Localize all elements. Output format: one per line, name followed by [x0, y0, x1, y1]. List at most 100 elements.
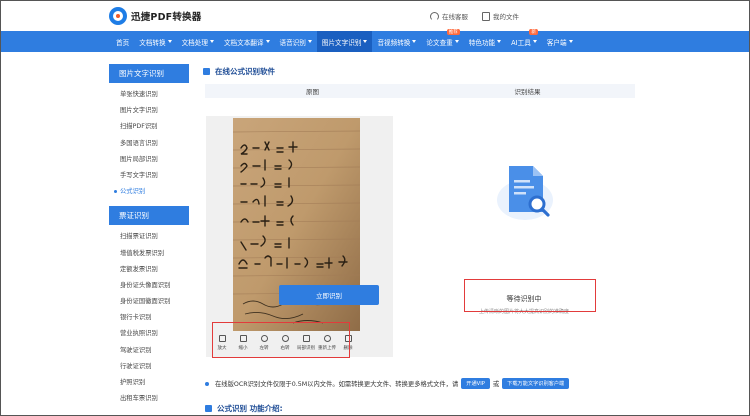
sidebar-item-ocr-6[interactable]: 公式识别 — [109, 184, 189, 200]
chevron-down-icon — [532, 40, 537, 43]
tab-original[interactable]: 原图 — [205, 84, 420, 98]
upload-limit-notice: 在线版OCR识别文件仅限于0.5M以内文件。如需转换更大文件、转换更多格式文件，… — [205, 378, 637, 389]
sidebar-group-ticket: 扫描票证识别增值税发票识别定额发票识别身份证头像面识别 身份证国徽面识别 银行卡识别… — [109, 225, 189, 413]
document-search-icon — [497, 166, 553, 220]
sidebar-item-label: 扫描PDF识别 — [120, 123, 158, 131]
section-square-icon — [203, 67, 210, 75]
nav-item-10[interactable]: 客户端 — [542, 31, 578, 52]
nav-item-label: 文档处理 — [181, 38, 208, 47]
nav-item-label: 特色功能 — [468, 38, 496, 47]
nav-item-label: 客户端 — [546, 38, 567, 47]
chevron-down-icon — [265, 40, 270, 43]
sidebar-item-ticket-10[interactable]: 出租车票识别 — [109, 391, 189, 407]
sidebar-item-ticket-6[interactable]: 营业执照识别 — [109, 326, 189, 342]
nav-item-label: 文档转换 — [139, 38, 166, 47]
chevron-down-icon — [167, 40, 172, 43]
sidebar-item-ticket-1[interactable]: 增值税发票识别 — [109, 246, 189, 262]
tab-result[interactable]: 识别结果 — [420, 84, 635, 98]
sidebar-item-ocr-5[interactable]: 手写文字识别 — [109, 168, 189, 184]
sidebar-item-label: 图片局部识别 — [120, 155, 158, 163]
result-panel: 等待识别中 上传清晰的图片将大大提高识别的准确度 — [413, 116, 635, 357]
nav-item-label: 语音识别 — [279, 38, 306, 47]
download-client-button[interactable]: 下载万能文字识别客户端 — [502, 378, 570, 389]
section-feature-intro-text: 公式识别 功能介绍: — [217, 403, 283, 413]
app-frame: 迅捷PDF转换器 在线客服 我的文件 首页 文档转换 文档处理 文档文本翻译 语音识别图… — [0, 0, 750, 416]
recognize-now-button[interactable]: 立即识别 — [279, 285, 379, 305]
sidebar-item-label: 多国语言识别 — [120, 139, 158, 147]
main-content: 在线公式识别软件 原图 识别结果 放大 缩小 左转 右转 局部识别 重新上传 删… — [203, 64, 635, 413]
sidebar-item-ticket-9[interactable]: 护照识别 — [109, 375, 189, 391]
nav-item-8[interactable]: 特色功能 — [464, 31, 506, 52]
customer-service-label: 在线客服 — [442, 13, 468, 21]
chevron-down-icon — [568, 40, 573, 43]
logo[interactable]: 迅捷PDF转换器 — [109, 7, 201, 25]
sidebar-item-ocr-0[interactable]: 单张快速识别 — [109, 87, 189, 103]
sidebar-item-label: 单张快速识别 — [120, 91, 158, 98]
sidebar-item-ocr-1[interactable]: 图片文字识别 — [109, 103, 189, 119]
sidebar-item-ticket-0[interactable]: 扫描票证识别 — [109, 229, 189, 245]
sidebar-item-label: 身份证国徽面识别 — [120, 298, 171, 306]
nav-items: 首页 文档转换 文档处理 文档文本翻译 语音识别 图片文字识别 音视频转换 论文查重 推荐特色功… — [111, 29, 578, 52]
chevron-down-icon — [307, 40, 312, 43]
nav-item-label: 首页 — [116, 38, 130, 47]
chevron-down-icon — [497, 40, 502, 43]
sidebar-item-ocr-3[interactable]: 多国语言识别 — [109, 136, 189, 152]
notice-text: 在线版OCR识别文件仅限于0.5M以内文件。如需转换更大文件、转换更多格式文件，… — [215, 381, 459, 388]
sidebar: 图片文字识别 单张快速识别 图片文字识别 扫描PDF识别 多国语言识别 图片局部识别手写… — [109, 64, 189, 413]
top-bar: 迅捷PDF转换器 在线客服 我的文件 — [1, 1, 749, 31]
sidebar-item-ticket-8[interactable]: 行驶证识别 — [109, 359, 189, 375]
section-title-text: 在线公式识别软件 — [215, 66, 275, 76]
nav-item-9[interactable]: AI工具 新 — [506, 29, 542, 52]
sidebar-group-ticket-title: 票证识别 — [109, 206, 189, 226]
file-icon — [482, 11, 490, 21]
sidebar-item-label: 扫描票证识别 — [120, 233, 158, 241]
nav-badge: 推荐 — [446, 29, 460, 35]
sidebar-group-ocr: 单张快速识别 图片文字识别 扫描PDF识别 多国语言识别 图片局部识别手写文字识别公式识… — [109, 83, 189, 206]
sidebar-item-ocr-2[interactable]: 扫描PDF识别 — [109, 119, 189, 135]
or-text: 或 — [492, 381, 500, 388]
nav-item-label: 文档文本翻译 — [223, 38, 264, 47]
nav-item-label: 图片文字识别 — [321, 38, 362, 47]
sidebar-item-ticket-3[interactable]: 身份证头像面识别 — [109, 278, 189, 294]
preview-tabs: 原图 识别结果 — [205, 84, 635, 98]
sidebar-item-ocr-4[interactable]: 图片局部识别 — [109, 152, 189, 168]
sidebar-item-label: 图片文字识别 — [120, 107, 158, 115]
customer-service-link[interactable]: 在线客服 — [430, 11, 468, 21]
nav-item-0[interactable]: 首页 — [111, 31, 134, 52]
highlight-box-toolbar — [212, 322, 350, 358]
nav-item-label: AI工具 — [511, 38, 531, 47]
sidebar-item-label: 行驶证识别 — [120, 362, 152, 370]
nav-item-7[interactable]: 论文查重 推荐 — [421, 29, 463, 52]
sidebar-item-label: 银行卡识别 — [120, 314, 152, 322]
image-preview-panel: 放大 缩小 左转 右转 局部识别 重新上传 删除 — [206, 116, 393, 357]
highlight-box-recognize — [464, 279, 596, 312]
sidebar-item-label: 身份证头像面识别 — [120, 281, 171, 289]
section-square-icon — [205, 404, 212, 412]
sidebar-item-label: 营业执照识别 — [120, 330, 158, 338]
nav-item-2[interactable]: 文档处理 — [177, 31, 219, 52]
nav-item-3[interactable]: 文档文本翻译 — [219, 31, 275, 52]
sidebar-item-ticket-4[interactable]: 身份证国徽面识别 — [109, 294, 189, 310]
section-title: 在线公式识别软件 — [203, 64, 635, 78]
my-files-link[interactable]: 我的文件 — [482, 11, 519, 21]
section-feature-intro: 公式识别 功能介绍: — [205, 401, 283, 415]
sidebar-item-ticket-7[interactable]: 驾驶证识别 — [109, 343, 189, 359]
nav-item-4[interactable]: 语音识别 — [275, 31, 317, 52]
sidebar-item-label: 护照识别 — [120, 379, 146, 386]
nav-item-1[interactable]: 文档转换 — [134, 31, 176, 52]
sidebar-item-ticket-2[interactable]: 定额发票识别 — [109, 262, 189, 278]
main-nav: 首页 文档转换 文档处理 文档文本翻译 语音识别 图片文字识别 音视频转换 论文查重 推荐特色功… — [1, 29, 749, 52]
nav-item-label: 音视频转换 — [377, 38, 411, 47]
logo-mark-icon — [109, 7, 127, 25]
sidebar-item-label: 公式识别 — [120, 188, 146, 196]
nav-item-6[interactable]: 音视频转换 — [372, 31, 421, 52]
headset-icon — [430, 11, 439, 21]
nav-badge: 新 — [529, 29, 538, 35]
nav-item-label: 论文查重 — [426, 38, 453, 47]
open-vip-button[interactable]: 开通VIP — [461, 378, 490, 389]
sidebar-item-ticket-5[interactable]: 银行卡识别 — [109, 310, 189, 326]
sidebar-item-label: 驾驶证识别 — [120, 346, 152, 354]
sidebar-item-label: 定额发票识别 — [120, 265, 158, 273]
sidebar-item-label: 出租车票识别 — [120, 395, 158, 403]
nav-item-5[interactable]: 图片文字识别 — [316, 31, 373, 52]
